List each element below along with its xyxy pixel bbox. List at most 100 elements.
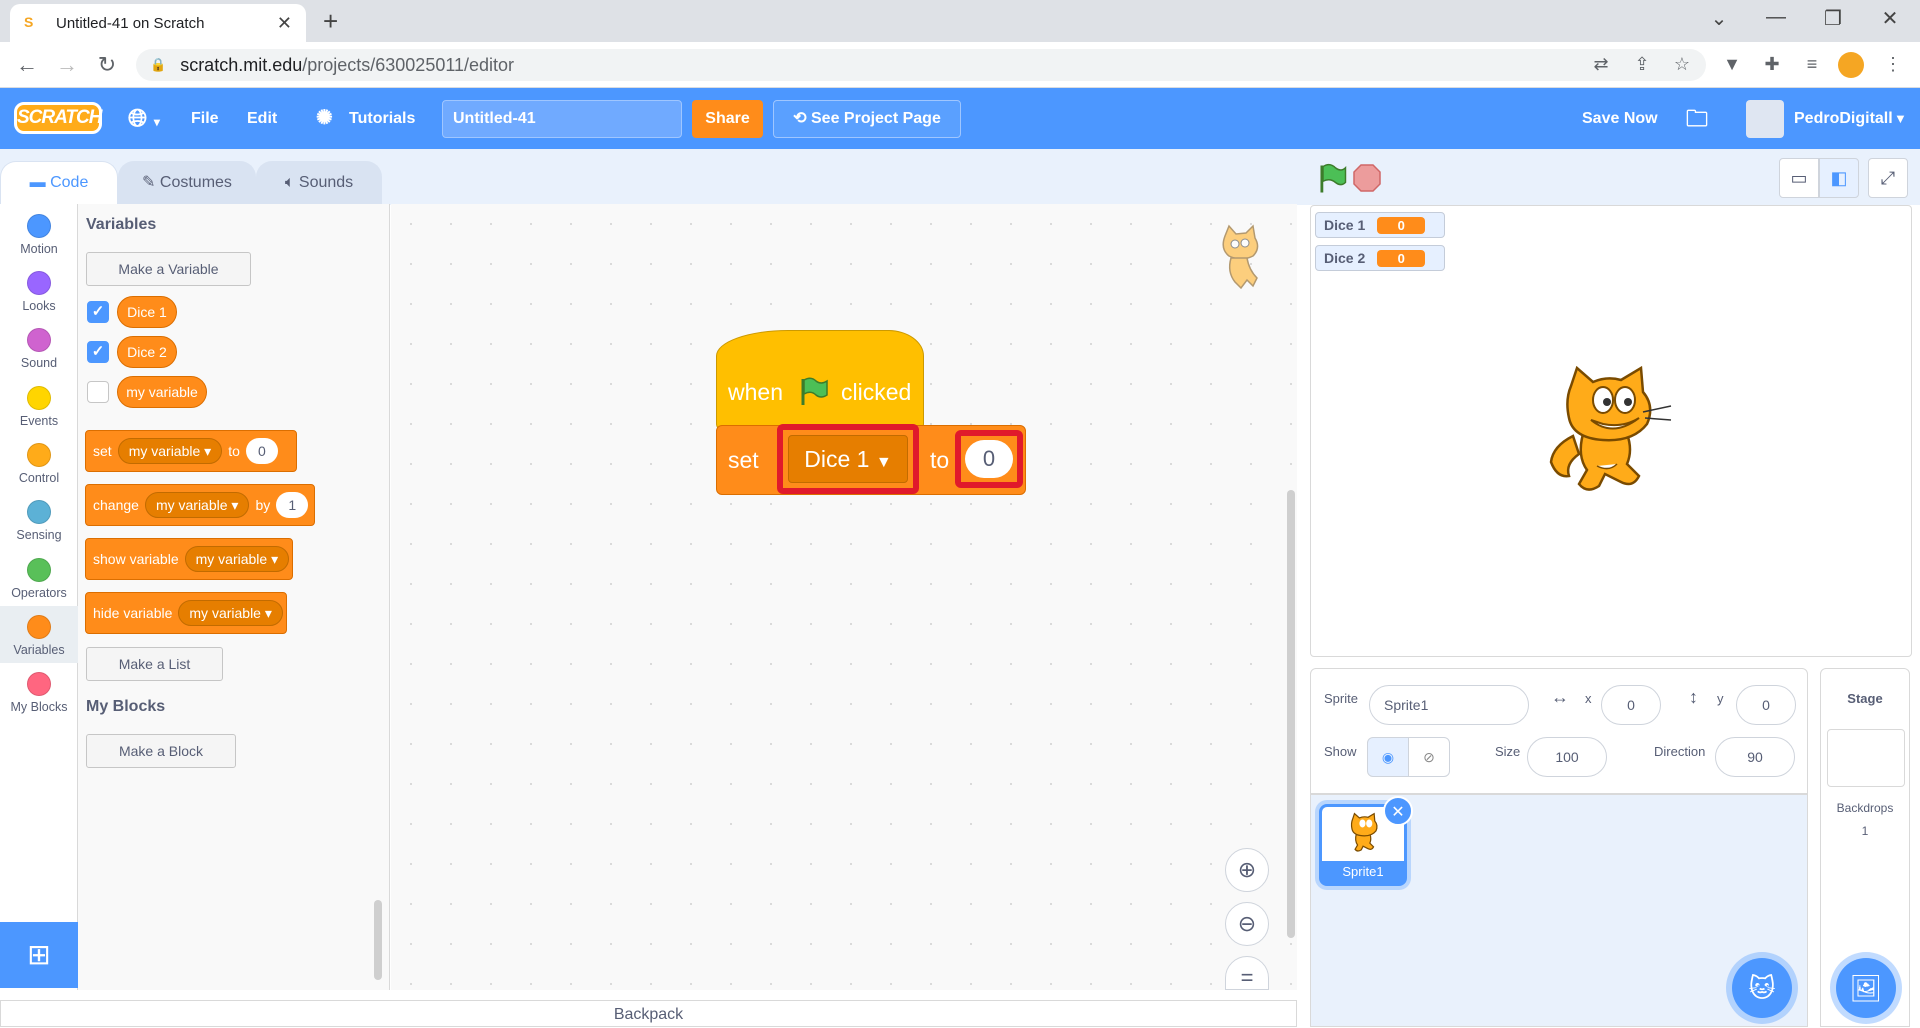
y-label: y [1717,691,1724,706]
media-queue-icon[interactable]: ≡ [1799,54,1825,75]
bookmark-star-icon[interactable]: ☆ [1669,54,1695,75]
direction-input[interactable]: 90 [1715,737,1795,777]
dice2-monitor[interactable]: Dice 2 0 [1315,245,1445,271]
fullscreen-icon[interactable]: ⤢ [1868,158,1908,198]
url-field[interactable]: 🔒 scratch.mit.edu/projects/630025011/edi… [136,49,1706,81]
variable-dropdown[interactable]: my variable ▾ [184,546,290,572]
value-input[interactable]: 1 [276,492,309,518]
extension-v-icon[interactable]: ▼ [1719,54,1745,75]
category-variables[interactable]: Variables [0,606,78,663]
back-arrow-icon[interactable]: ← [12,52,42,78]
account-caret-icon[interactable]: ▼ [1894,88,1907,149]
script-scrollbar[interactable] [1287,490,1295,938]
forward-arrow-icon[interactable]: → [52,52,82,78]
window-close-icon[interactable]: ✕ [1870,6,1910,31]
dice2-checkbox[interactable]: ✓ [87,341,109,363]
category-sound[interactable]: Sound [0,328,78,370]
script-variable-dropdown[interactable]: Dice 1 ▼ [788,435,908,483]
hide-variable-block[interactable]: hide variable my variable ▾ [85,592,287,634]
dice2-reporter[interactable]: Dice 2 [117,336,177,368]
category-my-blocks[interactable]: My Blocks [0,672,78,714]
make-variable-button[interactable]: Make a Variable [86,252,251,286]
stop-sign-icon[interactable] [1352,163,1382,193]
restore-icon[interactable]: ❐ [1813,6,1853,31]
large-stage-icon[interactable]: ◧ [1819,158,1859,198]
choose-backdrop-icon[interactable]: 🖼︎ [1836,958,1896,1018]
tab-code[interactable]: ▬ Code [0,161,118,206]
see-project-page-button[interactable]: ⟲ See Project Page [773,100,961,138]
delete-sprite-icon[interactable]: ✕ [1383,796,1413,826]
category-sensing[interactable]: Sensing [0,500,78,542]
minimize-icon[interactable]: — [1756,6,1796,29]
scratch-logo[interactable]: SCRATCH [14,102,102,134]
backpack-header[interactable]: Backpack [0,1000,1297,1027]
variable-dropdown[interactable]: my variable ▾ [178,600,283,626]
brush-icon: ✎ [142,174,160,191]
y-input[interactable]: 0 [1736,685,1796,725]
show-variable-block[interactable]: show variable my variable ▾ [85,538,293,580]
username-menu[interactable]: PedroDigitall [1794,88,1893,149]
script-area[interactable]: ⊕ ⊖ = [391,204,1297,990]
address-bar-row: ← → ↻ 🔒 scratch.mit.edu/projects/6300250… [0,42,1920,88]
scratch-cat-sprite[interactable] [1543,366,1673,496]
make-list-button[interactable]: Make a List [86,647,223,681]
sprite-name-input[interactable]: Sprite1 [1369,685,1529,725]
category-events[interactable]: Events [0,386,78,428]
browser-tab[interactable]: S Untitled-41 on Scratch ✕ [10,4,306,42]
dice1-checkbox[interactable]: ✓ [87,301,109,323]
new-tab-button[interactable]: + [323,6,338,37]
variable-dropdown[interactable]: my variable ▾ [117,438,223,464]
make-block-button[interactable]: Make a Block [86,734,236,768]
language-globe-icon[interactable]: 🌐︎ ▾ [128,88,160,149]
stage-canvas[interactable]: Dice 1 0 Dice 2 0 [1310,205,1912,657]
category-operators[interactable]: Operators [0,558,78,600]
zoom-in-icon[interactable]: ⊕ [1225,848,1269,892]
choose-sprite-icon[interactable]: 🐱︎ [1732,958,1792,1018]
script-value-input[interactable]: 0 [965,440,1013,478]
close-tab-icon[interactable]: ✕ [277,13,292,34]
share-page-icon[interactable]: ⇪ [1629,54,1655,75]
dice1-monitor[interactable]: Dice 1 0 [1315,212,1445,238]
category-control[interactable]: Control [0,443,78,485]
category-motion[interactable]: Motion [0,214,78,256]
set-dice1-block[interactable]: set Dice 1 ▼ to 0 [716,424,1026,495]
when-flag-clicked-block[interactable]: when clicked [716,330,924,430]
my-variable-checkbox[interactable] [87,381,109,403]
variables-dot-icon [27,615,51,639]
block-word: show variable [93,551,179,567]
my-stuff-folder-icon[interactable]: 🗀 [1686,88,1708,149]
edit-menu[interactable]: Edit [247,88,277,149]
tab-costumes[interactable]: ✎ Costumes [118,161,256,205]
extensions-puzzle-icon[interactable]: ✚ [1759,54,1785,75]
direction-label: Direction [1654,744,1706,759]
hide-eye-slash-icon[interactable]: ⊘ [1408,737,1450,777]
translate-icon[interactable]: ⇄ [1588,54,1614,75]
my-variable-reporter[interactable]: my variable [117,376,207,408]
value-input[interactable]: 0 [245,438,278,464]
save-now-button[interactable]: Save Now [1582,88,1658,149]
user-avatar[interactable] [1746,100,1784,138]
palette-scrollbar[interactable] [374,900,382,980]
zoom-out-icon[interactable]: ⊖ [1225,902,1269,946]
file-menu[interactable]: File [191,88,219,149]
share-button[interactable]: Share [692,100,763,138]
tab-search-icon[interactable]: ⌄ [1699,6,1739,31]
green-flag-run-icon[interactable] [1314,161,1350,197]
zoom-reset-icon[interactable]: = [1225,956,1269,990]
small-stage-icon[interactable]: ▭ [1779,158,1819,198]
tab-sounds[interactable]: 🔈︎ Sounds [256,161,382,205]
add-extension-icon[interactable]: ⊞ [0,922,78,988]
show-visible-eye-icon[interactable]: ◉ [1367,737,1409,777]
tutorials-button[interactable]: Tutorials [349,88,415,149]
category-looks[interactable]: Looks [0,271,78,313]
reload-icon[interactable]: ↻ [92,52,122,78]
x-input[interactable]: 0 [1601,685,1661,725]
set-variable-block[interactable]: set my variable ▾ to 0 [85,430,297,472]
project-title-input[interactable]: Untitled-41 [442,100,682,138]
size-input[interactable]: 100 [1527,737,1607,777]
profile-avatar-icon[interactable] [1838,52,1864,78]
browser-menu-icon[interactable]: ⋮ [1880,54,1906,75]
variable-dropdown[interactable]: my variable ▾ [144,492,250,518]
dice1-reporter[interactable]: Dice 1 [117,296,177,328]
change-variable-block[interactable]: change my variable ▾ by 1 [85,484,315,526]
